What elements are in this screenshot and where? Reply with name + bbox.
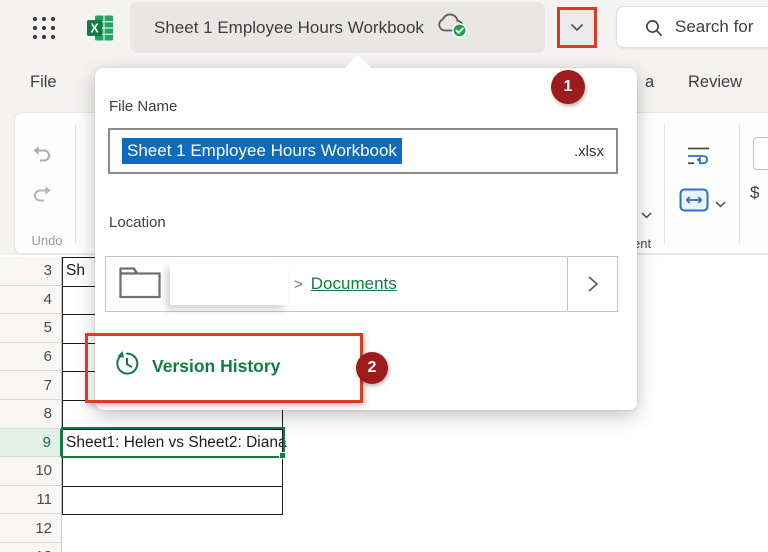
- version-history-button[interactable]: Version History: [113, 349, 280, 383]
- document-title-pill[interactable]: Sheet 1 Employee Hours Workbook: [130, 2, 545, 53]
- row-header-10[interactable]: 10: [0, 457, 62, 486]
- excel-logo-icon[interactable]: X: [85, 13, 115, 43]
- menu-tab-file[interactable]: File: [30, 73, 57, 99]
- row-header-7[interactable]: 7: [0, 371, 62, 400]
- app-launcher-waffle-icon[interactable]: [31, 15, 57, 41]
- cell-A9[interactable]: Sheet1: Helen vs Sheet2: Diana: [66, 434, 287, 452]
- breadcrumb-separator: >: [294, 276, 303, 293]
- file-name-value-selected: Sheet 1 Employee Hours Workbook: [122, 138, 402, 164]
- location-breadcrumb-box: > Documents: [105, 256, 618, 312]
- wrap-text-icon: [686, 145, 711, 167]
- document-title: Sheet 1 Employee Hours Workbook: [154, 18, 424, 38]
- annotation-step-1: 1: [551, 70, 585, 104]
- merge-cells-icon: [679, 188, 709, 212]
- search-input[interactable]: Search for: [616, 6, 768, 48]
- merge-dropdown-chevron-icon[interactable]: [715, 195, 726, 213]
- row-header-5[interactable]: 5: [0, 314, 62, 343]
- accounting-format-button[interactable]: $: [750, 183, 759, 203]
- number-format-dropdown[interactable]: [753, 137, 768, 170]
- row-header-9[interactable]: 9: [0, 429, 62, 458]
- title-dropdown-chevron-button[interactable]: [557, 7, 597, 48]
- search-icon: [645, 19, 663, 42]
- menu-tab-data-partial[interactable]: a: [645, 73, 654, 99]
- fill-handle[interactable]: [279, 452, 286, 459]
- excel-web-window: X Sheet 1 Employee Hours Workbook Search…: [0, 0, 768, 552]
- documents-link[interactable]: Documents: [311, 274, 397, 294]
- chevron-right-icon: [587, 275, 599, 293]
- undo-button[interactable]: [27, 139, 57, 169]
- version-history-icon: [113, 350, 140, 382]
- file-name-label: File Name: [109, 98, 177, 115]
- row-header-12[interactable]: 12: [0, 514, 62, 543]
- row-header-3[interactable]: 3: [0, 257, 62, 286]
- cell-border-line: [62, 486, 283, 487]
- alignment-dropdown-chevron-icon[interactable]: [641, 206, 652, 224]
- row-header-6[interactable]: 6: [0, 343, 62, 372]
- row-header-13[interactable]: 13: [0, 543, 62, 552]
- location-label: Location: [109, 214, 166, 231]
- folder-icon: [118, 264, 162, 305]
- menu-tab-review[interactable]: Review: [688, 73, 742, 99]
- redacted-breadcrumb-item: [170, 263, 288, 305]
- annotation-step-2: 2: [356, 352, 388, 384]
- merge-cells-button[interactable]: [679, 185, 709, 215]
- row-header-8[interactable]: 8: [0, 400, 62, 429]
- row-header-11[interactable]: 11: [0, 486, 62, 515]
- file-extension: .xlsx: [574, 143, 604, 160]
- svg-text:X: X: [90, 22, 99, 36]
- undo-group-label: Undo: [24, 233, 70, 248]
- ribbon-group-divider: [75, 125, 76, 243]
- cell-border-line: [62, 457, 283, 458]
- redo-arrow-icon: [30, 183, 54, 205]
- ribbon-group-divider: [739, 125, 740, 243]
- open-location-button[interactable]: [567, 257, 617, 311]
- redo-button[interactable]: [27, 179, 57, 209]
- undo-arrow-icon: [30, 143, 54, 165]
- cell-border-line: [62, 429, 283, 430]
- saved-to-cloud-icon: [436, 12, 468, 44]
- chevron-down-icon: [570, 23, 584, 32]
- search-placeholder: Search for: [675, 17, 753, 37]
- cell-A3[interactable]: Sh: [66, 262, 85, 280]
- ribbon-group-divider: [664, 125, 665, 243]
- row-header-4[interactable]: 4: [0, 286, 62, 315]
- file-name-input[interactable]: Sheet 1 Employee Hours Workbook .xlsx: [108, 128, 618, 174]
- wrap-text-button[interactable]: [683, 141, 713, 171]
- version-history-label: Version History: [152, 356, 280, 377]
